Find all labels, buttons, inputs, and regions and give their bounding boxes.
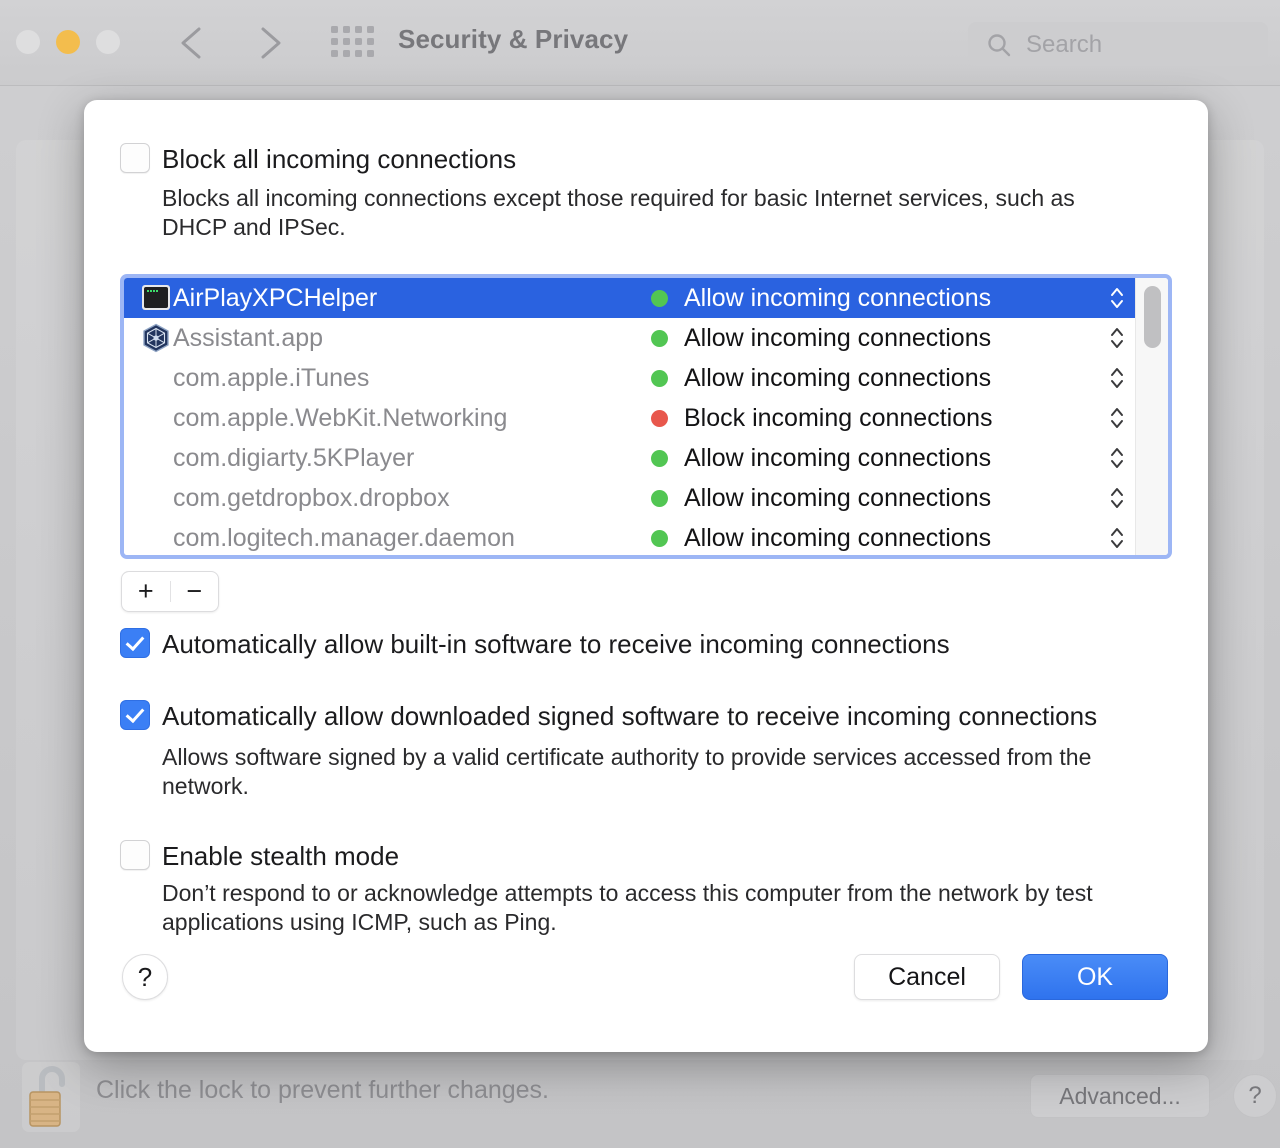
stealth-mode-description: Don’t respond to or acknowledge attempts… [162,880,1093,935]
app-name: com.getdropbox.dropbox [173,483,450,512]
app-icon-placeholder [141,443,171,473]
remove-app-button[interactable]: − [170,572,218,611]
chevron-updown-icon[interactable] [1109,404,1125,432]
app-list-row[interactable]: AirPlayXPCHelper Allow incoming connectio… [124,278,1135,318]
connection-status-label: Allow incoming connections [684,323,992,352]
chevron-updown-icon[interactable] [1109,524,1125,552]
chevron-updown-icon[interactable] [1109,444,1125,472]
connection-status-popup[interactable]: Allow incoming connections [651,324,991,353]
block-status-dot-icon [651,409,668,427]
stealth-mode-checkbox[interactable] [120,840,150,870]
auto-allow-builtin-checkbox[interactable] [120,628,150,658]
page-title: Security & Privacy [398,24,629,54]
app-name: com.apple.iTunes [173,363,370,392]
connection-status-label: Allow incoming connections [684,283,992,312]
terminal-icon [141,283,171,313]
auto-allow-signed-label: Automatically allow downloaded signed so… [162,701,1098,731]
lock-status-text: Click the lock to prevent further change… [96,1076,550,1104]
zoom-button[interactable] [96,30,120,54]
allow-status-dot-icon [651,489,668,507]
connection-status-label: Allow incoming connections [684,443,992,472]
close-button[interactable] [16,30,40,54]
forward-chevron-icon[interactable] [248,20,292,66]
auto-allow-signed-checkbox[interactable] [120,700,150,730]
chevron-updown-icon[interactable] [1109,364,1125,392]
connection-status-popup[interactable]: Allow incoming connections [651,364,991,393]
app-list-row[interactable]: com.getdropbox.dropbox Allow incoming con… [124,478,1135,518]
chevron-updown-icon[interactable] [1109,284,1125,312]
auto-allow-builtin-label: Automatically allow built-in software to… [162,629,950,659]
connection-status-popup[interactable]: Allow incoming connections [651,284,991,313]
add-app-button[interactable]: + [122,572,170,611]
chevron-updown-icon[interactable] [1109,484,1125,512]
app-icon-placeholder [141,523,171,553]
app-name: com.apple.WebKit.Networking [173,403,508,432]
allow-status-dot-icon [651,529,668,547]
search-input[interactable]: Search [968,22,1268,66]
connection-status-label: Allow incoming connections [684,523,992,552]
connection-status-label: Allow incoming connections [684,483,992,512]
back-chevron-icon[interactable] [172,20,216,66]
app-icon-placeholder [141,363,171,393]
search-placeholder: Search [1026,31,1103,58]
allow-status-dot-icon [651,289,668,307]
app-icon-placeholder [141,483,171,513]
scrollbar-thumb[interactable] [1144,286,1161,348]
connection-status-popup[interactable]: Allow incoming connections [651,524,991,553]
add-remove-segmented-control[interactable]: + − [121,571,219,612]
allow-status-dot-icon [651,329,668,347]
auto-allow-signed-description: Allows software signed by a valid certif… [162,744,1092,799]
app-list-row[interactable]: com.apple.WebKit.Networking Block incomin… [124,398,1135,438]
connection-status-label: Allow incoming connections [684,363,992,392]
app-list-rows[interactable]: AirPlayXPCHelper Allow incoming connectio… [124,278,1135,555]
window-help-button[interactable]: ? [1233,1074,1277,1118]
app-list-row[interactable]: Assistant.app Allow incoming connections [124,318,1135,358]
ok-button[interactable]: OK [1022,954,1168,1000]
sheet-help-button[interactable]: ? [122,954,168,1000]
stealth-mode-label: Enable stealth mode [162,841,400,871]
app-list-scrollbar[interactable] [1135,278,1168,555]
app-list-row[interactable]: com.logitech.manager.daemon Allow incomin… [124,518,1135,555]
app-list-row[interactable]: com.digiarty.5KPlayer Allow incoming conn… [124,438,1135,478]
app-name: AirPlayXPCHelper [173,283,378,312]
connection-status-label: Block incoming connections [684,403,993,432]
block-all-incoming-description: Blocks all incoming connections except t… [162,185,1075,240]
minimize-button[interactable] [56,30,80,54]
assistant-hexagon-icon [141,323,171,353]
connection-status-popup[interactable]: Allow incoming connections [651,444,991,473]
firewall-app-list[interactable]: AirPlayXPCHelper Allow incoming connectio… [120,274,1172,559]
advanced-button[interactable]: Advanced... [1030,1074,1210,1118]
app-name: com.logitech.manager.daemon [173,523,515,552]
lock-status-row: Click the lock to prevent further change… [0,1052,1280,1148]
allow-status-dot-icon [651,369,668,387]
block-all-incoming-label: Block all incoming connections [162,144,517,174]
app-icon-placeholder [141,403,171,433]
cancel-button[interactable]: Cancel [854,954,1000,1000]
chevron-updown-icon[interactable] [1109,324,1125,352]
unlocked-padlock-icon[interactable] [22,1062,80,1132]
app-name: Assistant.app [173,323,324,352]
allow-status-dot-icon [651,449,668,467]
grid-icon[interactable] [331,26,379,62]
window-titlebar: Security & Privacy Search [0,0,1280,86]
connection-status-popup[interactable]: Block incoming connections [651,404,993,433]
block-all-incoming-checkbox[interactable] [120,143,150,173]
firewall-options-sheet: Block all incoming connections Blocks al… [84,100,1208,1052]
app-name: com.digiarty.5KPlayer [173,443,415,472]
search-icon [986,32,1012,63]
connection-status-popup[interactable]: Allow incoming connections [651,484,991,513]
app-list-row[interactable]: com.apple.iTunes Allow incoming connectio… [124,358,1135,398]
